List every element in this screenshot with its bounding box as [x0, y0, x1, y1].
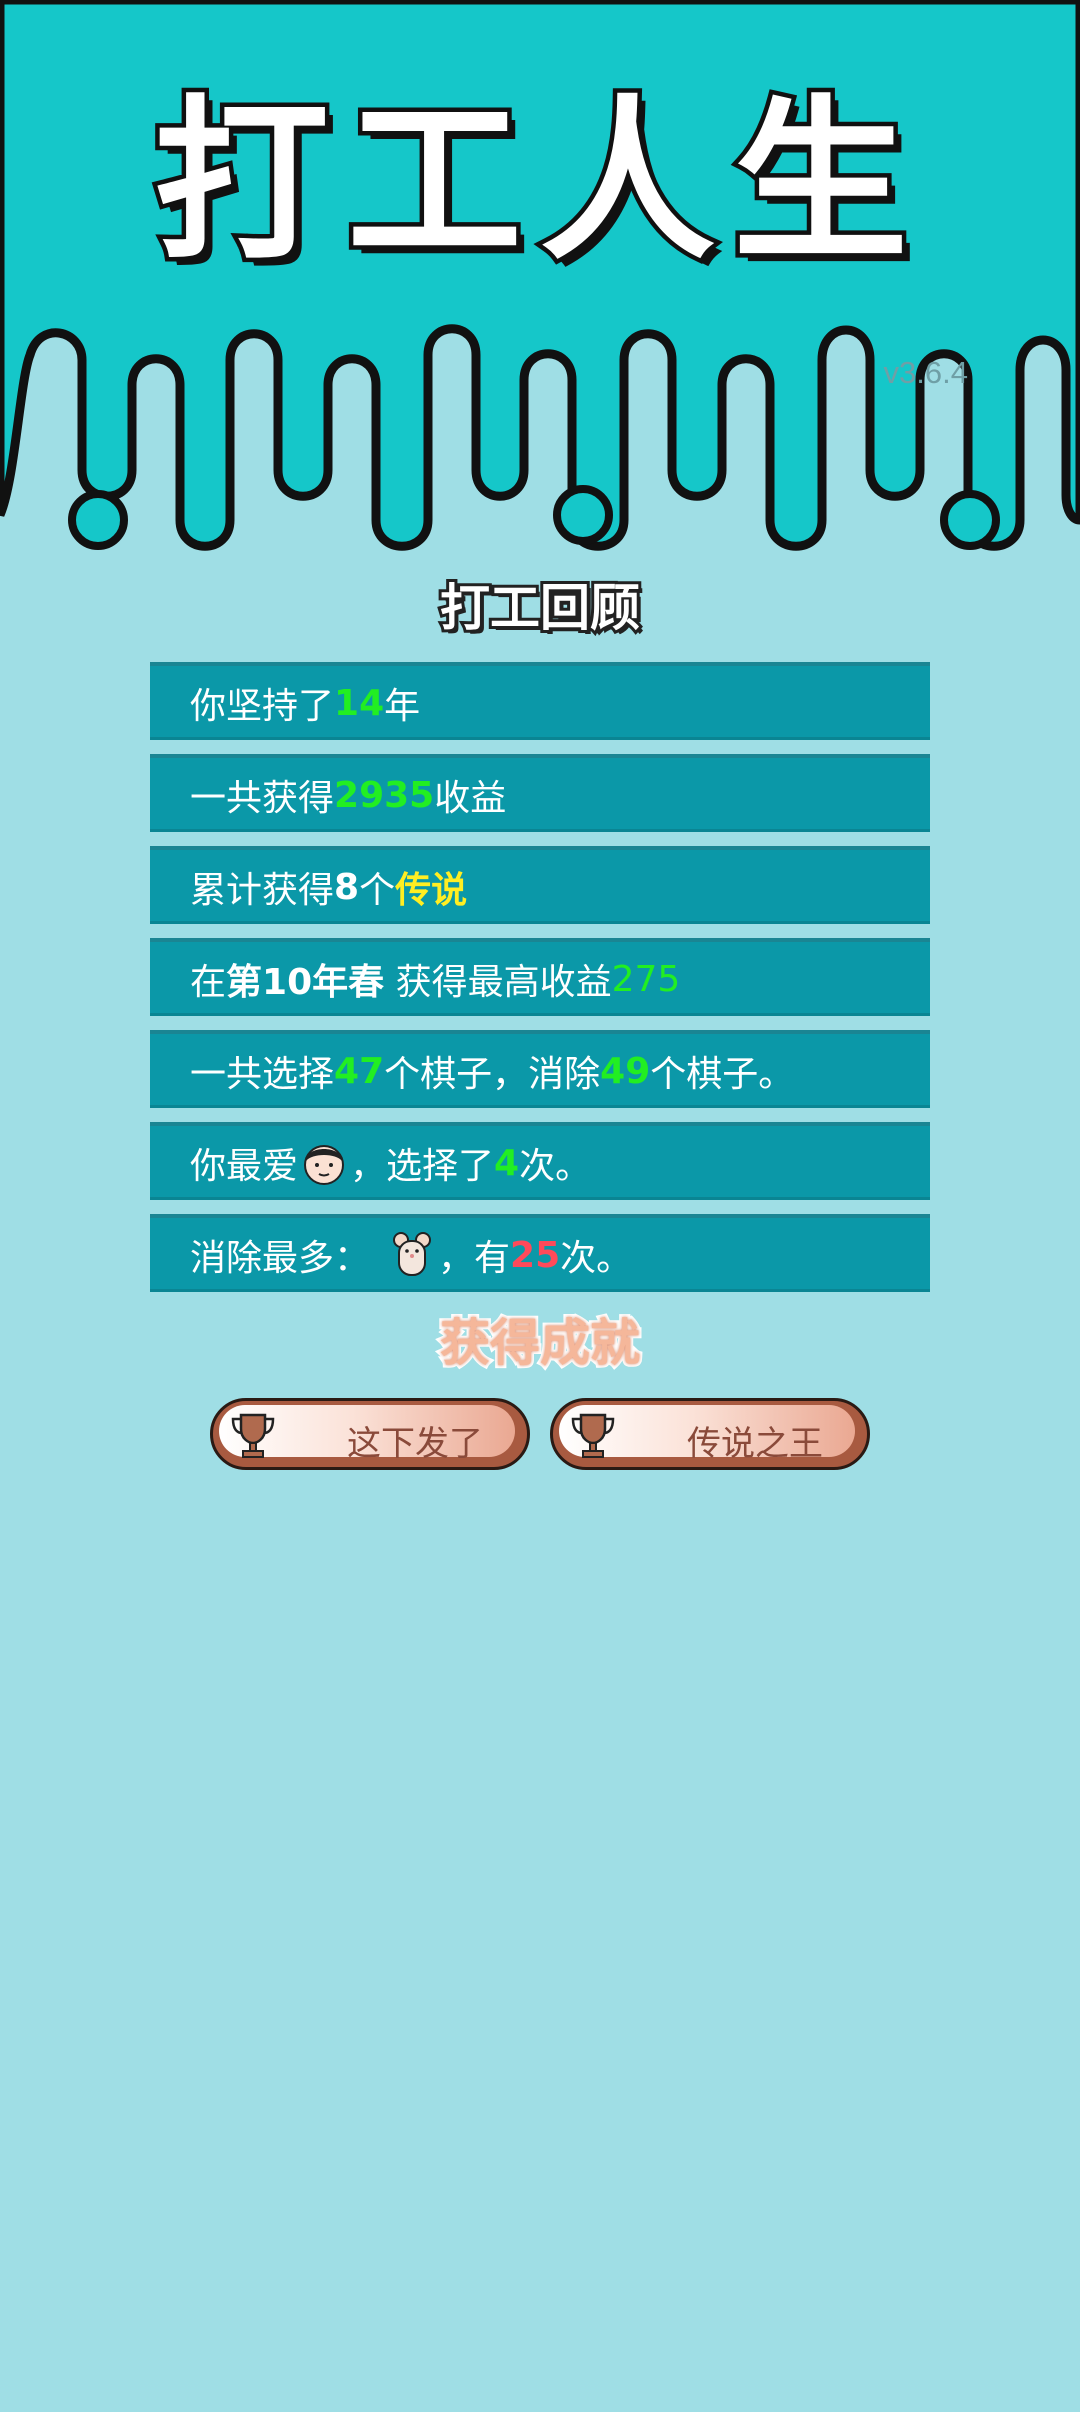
review-row-best-season: 在 第10年春 获得最高收益 275 — [150, 938, 930, 1016]
row-text: 个 — [359, 870, 396, 911]
row-text: 消除最多： — [190, 1238, 371, 1279]
row-value: 2935 — [334, 774, 435, 816]
achievement-badge[interactable]: 这下发了 — [210, 1398, 530, 1470]
review-row-pieces: 一共选择 47 个棋子，消除 49 个棋子。 — [150, 1030, 930, 1108]
review-row-most-cleared: 消除最多： ，有 25 次。 — [150, 1214, 930, 1292]
row-text: 你坚持了 — [190, 686, 335, 727]
row-text: 累计获得 — [190, 870, 335, 911]
row-text: 获得最高收益 — [384, 962, 612, 1003]
review-row-legends: 累计获得 8 个传说 — [150, 846, 930, 924]
row-value: 8 — [334, 866, 360, 908]
achievement-label: 这下发了 — [347, 1424, 483, 1464]
review-row-earnings: 一共获得 2935 收益 — [150, 754, 930, 832]
row-text: 年 — [384, 686, 421, 727]
achievements-title: 获得成就 — [437, 1314, 643, 1372]
review-title: 打工回顾 — [437, 579, 643, 637]
row-value: 25 — [510, 1234, 561, 1276]
row-text: 你最爱 — [190, 1146, 299, 1187]
row-text: ，有 — [438, 1238, 511, 1279]
row-text: 一共选择 — [190, 1054, 335, 1095]
row-value: 4 — [494, 1142, 520, 1184]
row-value: 14 — [334, 682, 385, 724]
achievement-badge[interactable]: 传说之王 — [550, 1398, 870, 1470]
trophy-icon — [231, 1413, 275, 1458]
row-text: 个棋子，消除 — [384, 1054, 601, 1095]
row-text: 收益 — [434, 778, 507, 819]
row-text: 在 — [190, 962, 227, 1003]
review-list: 你坚持了 14 年 一共获得 2935 收益 累计获得 8 个传说 在 第10年春 获得最高… — [150, 662, 930, 1306]
review-row-years: 你坚持了 14 年 — [150, 662, 930, 740]
trophy-icon — [571, 1413, 615, 1458]
row-value: 47 — [334, 1050, 385, 1092]
row-highlight: 传说 — [395, 870, 468, 911]
achievement-label: 传说之王 — [687, 1424, 823, 1464]
app-title: 打工人生 — [150, 81, 926, 284]
version-label: v3.6.4 — [883, 355, 968, 390]
row-value: 275 — [611, 958, 681, 1000]
row-text: 次。 — [560, 1238, 633, 1279]
review-row-favorite: 你最爱 ，选择了 4 次。 — [150, 1122, 930, 1200]
mouse-icon — [393, 1232, 432, 1276]
row-text: 个棋子。 — [650, 1054, 795, 1095]
header-banner: 打工人生 v3.6.4 — [0, 0, 1080, 560]
boy-face-icon — [304, 1145, 345, 1185]
row-text: 一共获得 — [190, 778, 335, 819]
row-season: 第10年春 — [226, 962, 385, 1003]
row-value: 49 — [600, 1050, 651, 1092]
row-text: 次。 — [519, 1146, 592, 1187]
row-text: ，选择了 — [350, 1146, 495, 1187]
